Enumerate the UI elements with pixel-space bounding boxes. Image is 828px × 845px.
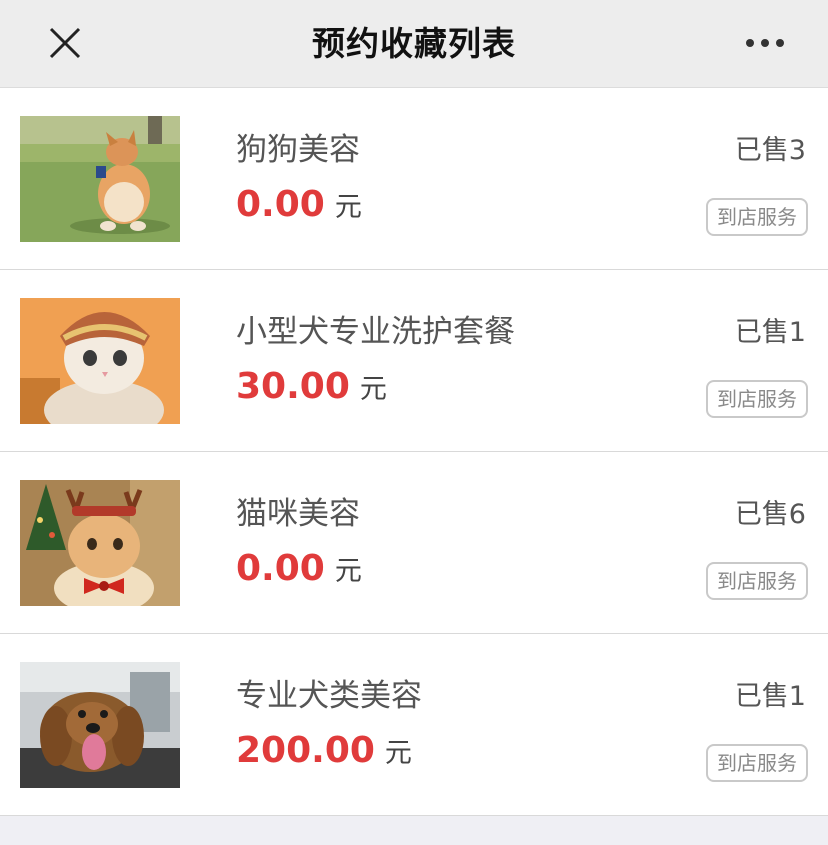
more-button[interactable]	[732, 20, 798, 66]
price-unit: 元	[359, 374, 387, 405]
app-root: 预约收藏列表 狗狗美容 0.00 元 已售3 到店服务 小型犬专业洗护套餐 30…	[0, 0, 828, 845]
list-item[interactable]: 猫咪美容 0.00 元 已售6 到店服务	[0, 452, 828, 634]
price-row: 30.00 元	[236, 366, 387, 407]
list-item[interactable]: 狗狗美容 0.00 元 已售3 到店服务	[0, 88, 828, 270]
more-dots-icon	[746, 39, 754, 47]
price-unit: 元	[384, 738, 412, 769]
service-badge: 到店服务	[706, 198, 808, 236]
sold-count: 已售1	[734, 317, 806, 348]
page-title: 预约收藏列表	[312, 24, 516, 63]
service-badge: 到店服务	[706, 380, 808, 418]
item-name: 猫咪美容	[236, 496, 360, 532]
close-button[interactable]	[40, 20, 90, 66]
cat-in-hat-photo	[20, 298, 180, 424]
item-price: 30.00	[236, 366, 350, 407]
more-dots-icon	[776, 39, 784, 47]
price-row: 0.00 元	[236, 184, 362, 225]
item-price: 200.00	[236, 730, 375, 771]
price-row: 200.00 元	[236, 730, 412, 771]
more-dots-icon	[761, 39, 769, 47]
list-item[interactable]: 专业犬类美容 200.00 元 已售1 到店服务	[0, 634, 828, 816]
close-icon	[49, 27, 81, 59]
favorites-list: 狗狗美容 0.00 元 已售3 到店服务 小型犬专业洗护套餐 30.00 元 已…	[0, 88, 828, 816]
nav-header: 预约收藏列表	[0, 0, 828, 88]
price-row: 0.00 元	[236, 548, 362, 589]
dog-bath-photo	[20, 662, 180, 788]
price-unit: 元	[334, 192, 362, 223]
sold-count: 已售6	[734, 499, 806, 530]
item-price: 0.00	[236, 184, 325, 225]
sold-count: 已售3	[734, 135, 806, 166]
item-name: 狗狗美容	[236, 132, 360, 168]
corgi-photo	[20, 116, 180, 242]
cat-reindeer-photo	[20, 480, 180, 606]
item-price: 0.00	[236, 548, 325, 589]
item-name: 专业犬类美容	[236, 678, 422, 714]
service-badge: 到店服务	[706, 744, 808, 782]
item-name: 小型犬专业洗护套餐	[236, 314, 515, 350]
service-badge: 到店服务	[706, 562, 808, 600]
sold-count: 已售1	[734, 681, 806, 712]
price-unit: 元	[334, 556, 362, 587]
list-item[interactable]: 小型犬专业洗护套餐 30.00 元 已售1 到店服务	[0, 270, 828, 452]
